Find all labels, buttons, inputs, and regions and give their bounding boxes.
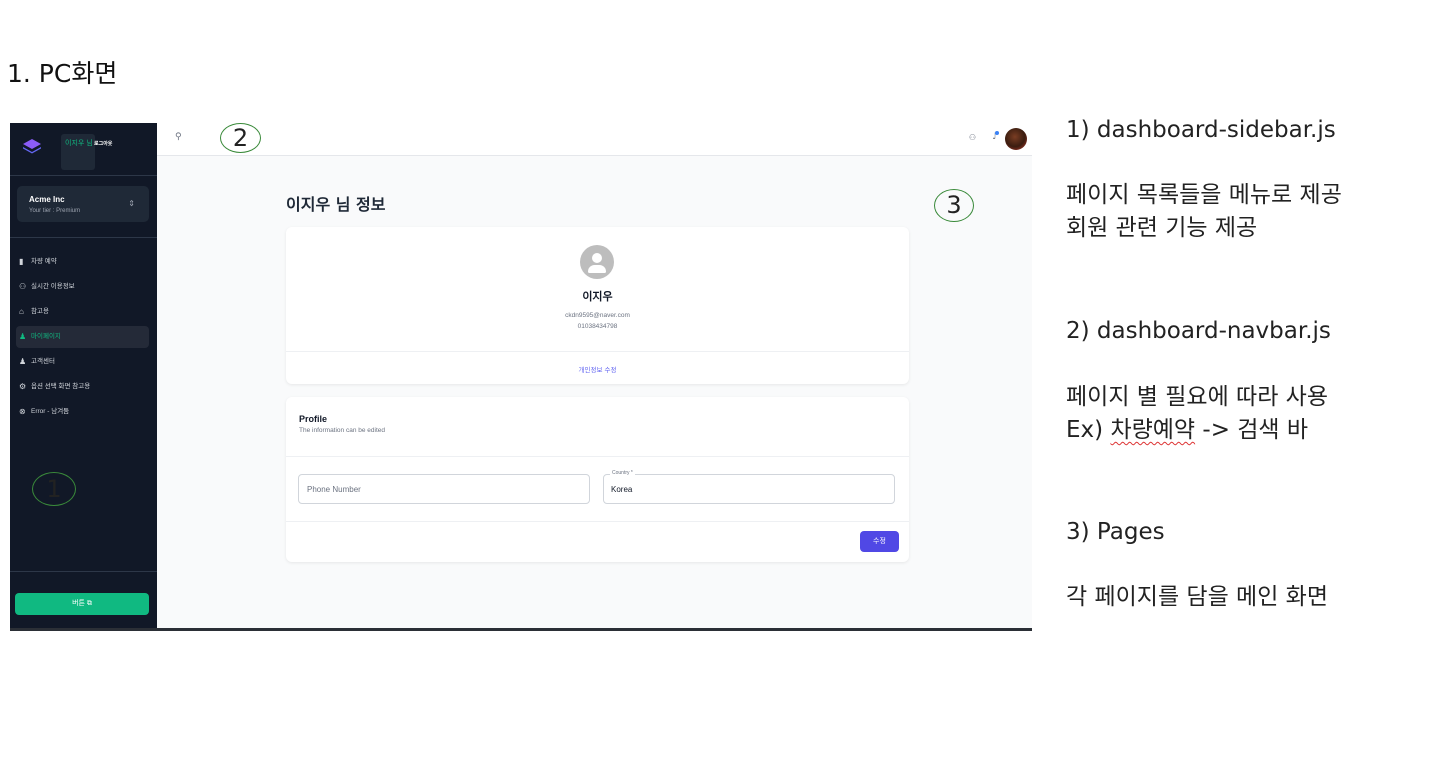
divider [286,456,909,457]
avatar-placeholder-icon [580,245,614,279]
sidebar-item-label: 참고용 [31,308,49,315]
profile-form-card: Profile The information can be edited Co… [286,397,909,562]
error-icon: ⊗ [19,407,26,416]
note-3-title: 3) Pages [1066,519,1165,545]
note-2-prefix: Ex) [1066,417,1111,443]
sidebar-button[interactable]: 버튼 ⧉ [15,593,149,615]
submit-button[interactable]: 수정 [860,531,899,552]
note-3-line-1: 각 페이지를 담을 메인 화면 [1066,584,1329,610]
country-value: Korea [611,485,633,494]
divider [286,521,909,522]
sidebar-item-support[interactable]: ♟ 고객센터 [16,351,149,373]
country-select[interactable]: Country * Korea [603,470,895,504]
note-2-line-2: Ex) 차량예약 -> 검색 바 [1066,415,1308,446]
gear-icon: ⚙ [19,382,27,391]
note-2-line-1: 페이지 별 필요에 따라 사용 [1066,384,1329,410]
form-title: Profile [299,414,328,424]
form-subtitle: The information can be edited [299,427,385,434]
user-name: 이지우 님 [65,140,93,147]
callout-2: 2 [220,123,261,153]
note-2-suffix: -> 검색 바 [1195,417,1309,443]
sidebar-item-label: 고객센터 [31,358,55,365]
users-icon: ⚇ [19,282,27,291]
sidebar-item-realtime[interactable]: ⚇ 실시간 이용정보 [16,276,149,298]
avatar[interactable] [1005,128,1027,150]
note-1-line-2: 회원 관련 기능 제공 [1066,215,1258,241]
notification-dot [995,131,999,135]
sidebar-item-options[interactable]: ⚙ 옵션 선택 화면 참고용 [16,376,149,398]
edit-profile-link[interactable]: 개인정보 수정 [286,364,909,374]
search-icon[interactable]: ⚲ [175,132,182,142]
profile-name: 이지우 [582,290,613,303]
profile-card: 이지우 ckdn9595@naver.com 01038434798 개인정보 … [286,227,909,384]
sidebar-item-reference[interactable]: ⌂ 참고용 [16,301,149,323]
logout-button[interactable]: 로그아웃 [94,140,112,147]
country-label: Country * [610,470,635,476]
callout-3: 3 [934,189,974,222]
sidebar-item-label: Error - 남겨둠 [31,408,70,415]
chevron-updown-icon: ⇕ [128,199,135,208]
profile-phone: 01038434798 [577,323,618,330]
divider [10,175,157,176]
user-icon: ♟ [19,332,27,341]
phone-input[interactable] [298,474,590,504]
garage-icon: ⌂ [19,307,24,316]
logo-icon [23,139,41,154]
user-icon: ♟ [19,357,27,366]
divider [286,351,909,352]
divider [10,571,157,572]
sidebar-item-label: 옵션 선택 화면 참고용 [31,383,91,390]
note-1-line-1: 페이지 목록들을 메뉴로 제공 [1066,182,1342,208]
users-icon[interactable]: ⚇ [969,133,976,142]
navbar: ⚲ ⚇ ♪ [157,123,1032,156]
org-name: Acme Inc [29,195,65,204]
sidebar-item-reservation[interactable]: ▮ 차량 예약 [16,251,149,273]
chart-bar-icon: ▮ [19,257,24,266]
sidebar-item-error[interactable]: ⊗ Error - 남겨둠 [16,401,149,423]
sidebar-item-label: 실시간 이용정보 [31,283,75,290]
page-heading: 1. PC화면 [7,59,118,88]
sidebar-item-label: 차량 예약 [31,258,57,265]
page-title: 이지우 님 정보 [286,195,386,214]
org-selector[interactable]: Acme Inc Your tier : Premium ⇕ [17,186,149,222]
sidebar-item-mypage[interactable]: ♟ 마이페이지 [16,326,149,348]
divider [10,237,157,238]
sidebar: 이지우 님 로그아웃 Acme Inc Your tier : Premium … [10,123,157,631]
screen-edge [10,628,1032,631]
sidebar-item-label: 마이페이지 [31,333,61,340]
callout-1: 1 [32,472,76,506]
org-tier: Your tier : Premium [29,208,81,214]
note-2-title: 2) dashboard-navbar.js [1066,318,1331,344]
dashboard-screenshot: 이지우 님 로그아웃 Acme Inc Your tier : Premium … [10,123,1032,631]
note-2-underlined: 차량예약 [1110,417,1196,443]
profile-email: ckdn9595@naver.com [565,312,630,319]
note-1-title: 1) dashboard-sidebar.js [1066,117,1336,143]
